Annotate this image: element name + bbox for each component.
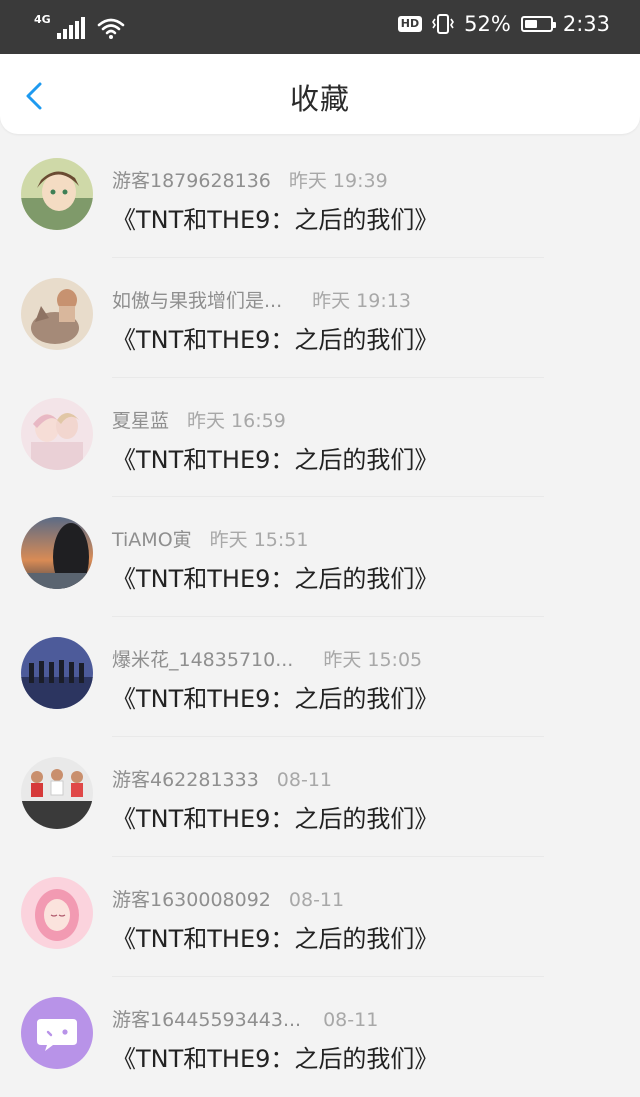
item-meta: 夏星蓝 昨天 16:59 — [112, 406, 286, 433]
item-meta: TiAMO寅 昨天 15:51 — [112, 525, 308, 552]
pink-girl-avatar[interactable] — [21, 876, 93, 949]
user-name: 如傲与果我增们是... — [112, 289, 283, 312]
list-item[interactable]: TiAMO寅 昨天 15:51 《TNT和THE9：之后的我们》 — [0, 497, 640, 618]
signal-strength-icon — [56, 17, 85, 39]
item-time: 08-11 — [288, 888, 345, 911]
list-item[interactable]: 游客1879628136 昨天 19:39 《TNT和THE9：之后的我们》 — [0, 138, 640, 258]
wifi-icon — [97, 18, 124, 39]
user-name: 游客462281333 — [112, 768, 259, 791]
anime-boy-avatar[interactable] — [21, 158, 93, 230]
clock: 2:33 — [562, 12, 610, 36]
list-item[interactable]: 爆米花_14835710... 昨天 15:05 《TNT和THE9：之后的我们》 — [0, 617, 640, 737]
user-name: TiAMO寅 — [112, 529, 192, 552]
item-title: 《TNT和THE9：之后的我们》 — [112, 924, 439, 953]
item-title: 《TNT和THE9：之后的我们》 — [112, 565, 439, 594]
list-item[interactable]: 如傲与果我增们是... 昨天 19:13 《TNT和THE9：之后的我们》 — [0, 258, 640, 378]
status-bar: 4G HD 52% 2:33 — [0, 0, 640, 54]
user-name: 游客1879628136 — [112, 170, 271, 192]
item-title: 《TNT和THE9：之后的我们》 — [112, 445, 439, 474]
list-item[interactable]: 游客1630008092 08-11 《TNT和THE9：之后的我们》 — [0, 857, 640, 977]
chat-bubble-avatar[interactable] — [21, 996, 93, 1069]
item-time: 昨天 16:59 — [187, 409, 286, 432]
status-right: HD 52% 2:33 — [397, 12, 610, 36]
signal-indicators: 4G — [34, 14, 125, 39]
item-time: 昨天 15:51 — [209, 529, 309, 552]
item-time: 08-11 — [323, 1008, 379, 1031]
list-item[interactable]: 游客462281333 08-11 《TNT和THE9：之后的我们》 — [0, 737, 640, 857]
list-item[interactable]: 夏星蓝 昨天 16:59 《TNT和THE9：之后的我们》 — [0, 378, 640, 498]
sunset-girl-avatar[interactable] — [21, 517, 93, 590]
favorites-list: 游客1879628136 昨天 19:39 《TNT和THE9：之后的我们》 如傲… — [0, 138, 640, 1096]
item-meta: 游客1630008092 08-11 — [112, 885, 344, 912]
item-meta: 游客1879628136 昨天 19:39 — [112, 166, 388, 193]
item-title: 《TNT和THE9：之后的我们》 — [112, 1044, 439, 1073]
item-meta: 游客16445593443... 08-11 — [112, 1005, 378, 1032]
battery-level — [524, 20, 538, 28]
item-title: 《TNT和THE9：之后的我们》 — [112, 325, 439, 354]
top-nav-bar: 收藏 — [0, 54, 640, 134]
item-time: 昨天 19:39 — [288, 170, 388, 192]
item-meta: 如傲与果我增们是... 昨天 19:13 — [112, 286, 411, 313]
battery-icon — [520, 16, 556, 32]
user-name: 爆米花_14835710... — [112, 649, 294, 672]
user-name: 游客16445593443... — [112, 1008, 302, 1031]
battery-percent: 52% — [464, 12, 511, 36]
anime-couple-avatar[interactable] — [21, 397, 93, 470]
item-meta: 爆米花_14835710... 昨天 15:05 — [112, 645, 422, 672]
item-meta: 游客462281333 08-11 — [112, 765, 332, 792]
network-type: 4G — [34, 13, 51, 26]
user-name: 夏星蓝 — [112, 409, 170, 432]
group-stage-avatar[interactable] — [21, 637, 93, 710]
list-item[interactable]: 游客16445593443... 08-11 《TNT和THE9：之后的我们》 — [0, 977, 640, 1097]
item-time: 昨天 19:13 — [312, 289, 411, 312]
item-time: 昨天 15:05 — [323, 649, 423, 672]
page-title: 收藏 — [289, 82, 350, 116]
cyclists-avatar[interactable] — [21, 756, 93, 829]
item-title: 《TNT和THE9：之后的我们》 — [112, 206, 439, 234]
item-title: 《TNT和THE9：之后的我们》 — [112, 685, 439, 714]
item-time: 08-11 — [276, 768, 333, 791]
cat-girl-avatar[interactable] — [21, 277, 93, 350]
item-title: 《TNT和THE9：之后的我们》 — [112, 804, 439, 833]
user-name: 游客1630008092 — [112, 888, 271, 911]
hd-badge: HD — [397, 16, 423, 32]
vibrate-icon — [432, 14, 455, 34]
